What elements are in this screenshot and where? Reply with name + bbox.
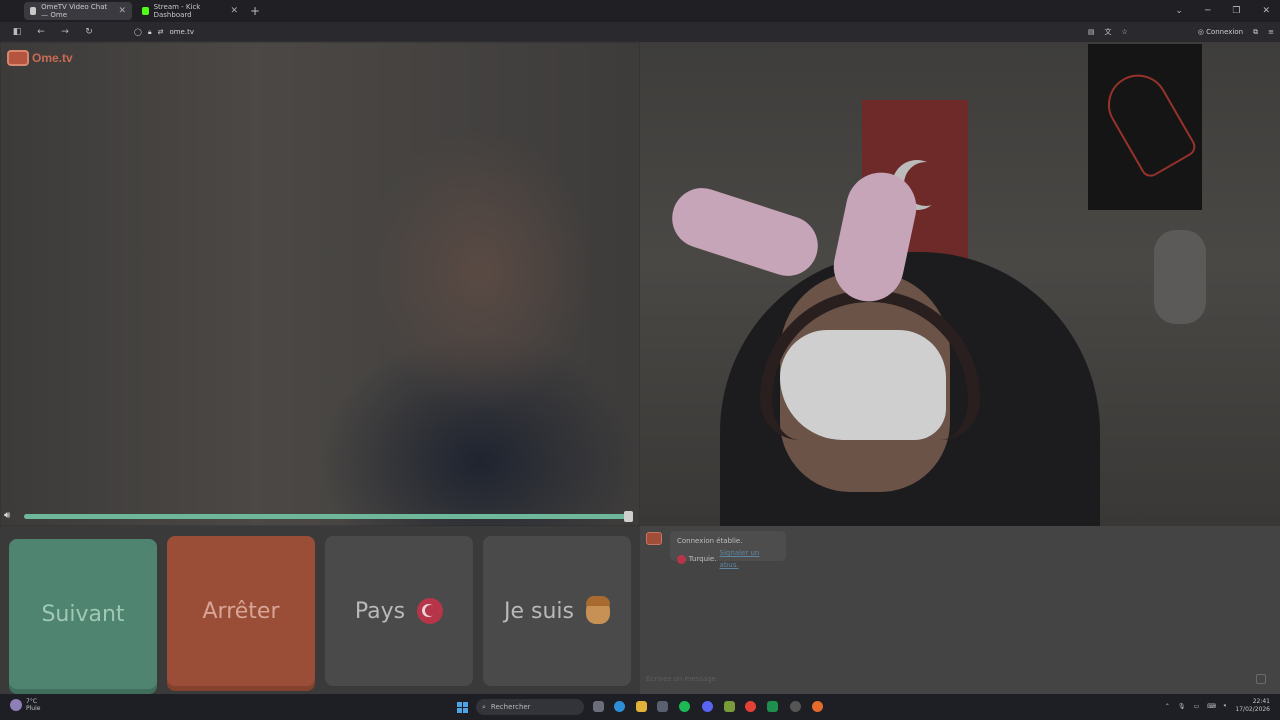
menu-icon[interactable]: ≡ — [1268, 28, 1274, 36]
mic-icon[interactable]: 🎙︎ — [1178, 703, 1186, 710]
kick-favicon-icon — [142, 7, 149, 15]
tab-title: OmeTV Video Chat — Ome — [41, 3, 108, 19]
forward-icon[interactable]: → — [58, 27, 72, 37]
account-button[interactable]: ◎ Connexion — [1198, 28, 1243, 36]
minecraft-icon[interactable] — [724, 701, 735, 712]
tab-ometv[interactable]: OmeTV Video Chat — Ome ✕ — [24, 2, 132, 20]
weather-widget[interactable]: 7°C Pluie — [10, 698, 40, 712]
next-button-label: Suivant — [41, 601, 125, 627]
firefox-icon[interactable] — [812, 701, 823, 712]
taskbar-search[interactable]: ⌕ Rechercher — [476, 699, 584, 715]
chat-message-input[interactable] — [646, 672, 1206, 686]
new-tab-icon[interactable]: + — [250, 4, 260, 18]
file-explorer-icon[interactable] — [636, 701, 647, 712]
system-message: Connexion établie. Turquie. Signaler un … — [670, 531, 786, 569]
windows-start-icon[interactable] — [457, 702, 468, 713]
bookmark-star-icon[interactable]: ☆ — [1121, 28, 1127, 36]
sidebar-icon[interactable]: ◧ — [10, 27, 24, 37]
stop-button[interactable]: Arrêter — [167, 536, 315, 686]
search-icon: ⌕ — [482, 702, 486, 711]
window-controls: ⌄ ─ ❐ ✕ — [1175, 0, 1280, 22]
weather-desc: Pluie — [26, 705, 41, 712]
emoji-icon[interactable] — [1256, 674, 1266, 684]
tab-list-chevron-icon[interactable]: ⌄ — [1175, 6, 1183, 16]
search-placeholder: Rechercher — [490, 703, 531, 711]
extensions-icon[interactable]: ⧉ — [1253, 28, 1258, 37]
partner-country: Turquie. — [688, 555, 717, 563]
chrome-icon[interactable] — [745, 701, 756, 712]
bunny-ear-left — [664, 180, 826, 284]
task-view-icon[interactable] — [593, 701, 604, 712]
weather-temp: 7°C — [26, 698, 38, 705]
close-tab-icon[interactable]: ✕ — [118, 6, 126, 16]
store-icon[interactable] — [657, 701, 668, 712]
edge-icon[interactable] — [614, 701, 625, 712]
clock-date: 17/02/2026 — [1235, 706, 1270, 713]
local-video — [640, 42, 1280, 526]
nav-right-tools: ▤ 文 ☆ ◎ Connexion ⧉ ≡ — [1088, 22, 1274, 42]
ometv-chat-logo-icon — [646, 532, 662, 545]
tv-logo-icon — [7, 50, 29, 66]
ometv-logo: Ome.tv — [7, 50, 73, 66]
volume-icon[interactable]: 🔈︎ — [1224, 702, 1228, 710]
translate-icon[interactable]: 文 — [1104, 27, 1111, 37]
shield-icon[interactable]: ◯ — [134, 28, 142, 36]
kick-app-icon[interactable] — [767, 701, 778, 712]
url-text[interactable]: ome.tv — [169, 28, 194, 36]
permissions-icon[interactable]: ⇄ — [158, 28, 164, 36]
monitor-icon[interactable]: ▭ — [1193, 703, 1199, 710]
gender-button-label: Je suis — [504, 598, 574, 624]
browser-tabbar: OmeTV Video Chat — Ome ✕ Stream - Kick D… — [0, 0, 1280, 22]
chat-panel: Connexion établie. Turquie. Signaler un … — [640, 526, 1280, 694]
obs-icon[interactable] — [790, 701, 801, 712]
brand-name: Ome.tv — [32, 51, 73, 65]
wall-photo — [1154, 230, 1206, 324]
speaker-icon[interactable]: 🔊︎ — [4, 510, 10, 521]
turkey-flag-icon — [417, 598, 444, 624]
back-icon[interactable]: ← — [34, 27, 48, 37]
system-tray: ⌃ 🎙︎ ▭ ⌨ 🔈︎ 22:41 17/02/2026 — [1165, 698, 1270, 714]
volume-slider-handle[interactable] — [624, 511, 633, 522]
network-icon[interactable]: ⌨ — [1207, 703, 1216, 710]
turkey-flag-icon — [677, 554, 686, 564]
connection-status: Connexion établie. — [677, 537, 743, 545]
clock-time: 22:41 — [1252, 698, 1270, 705]
country-button[interactable]: Pays — [325, 536, 473, 686]
navigation-bar: ◧ ← → ↻ ◯ 🔒︎ ⇄ ome.tv ▤ 文 ☆ ◎ Connexion … — [0, 22, 1280, 42]
boy-avatar-icon — [586, 596, 610, 624]
spotify-icon[interactable] — [679, 701, 690, 712]
reader-icon[interactable]: ▤ — [1088, 28, 1095, 36]
control-panel: Suivant Arrêter Pays Je suis — [0, 526, 640, 694]
maximize-icon[interactable]: ❐ — [1232, 6, 1240, 16]
volume-slider[interactable] — [24, 514, 632, 519]
close-window-icon[interactable]: ✕ — [1262, 6, 1270, 16]
next-button[interactable]: Suivant — [9, 539, 157, 689]
clock[interactable]: 22:41 17/02/2026 — [1235, 698, 1270, 714]
tray-chevron-icon[interactable]: ⌃ — [1165, 703, 1170, 710]
discord-icon[interactable] — [702, 701, 713, 712]
weather-icon — [10, 699, 22, 711]
stop-button-label: Arrêter — [202, 598, 280, 624]
taskbar: 7°C Pluie ⌕ Rechercher ⌃ 🎙︎ ▭ ⌨ 🔈︎ 22:41… — [0, 694, 1280, 720]
minimize-icon[interactable]: ─ — [1205, 6, 1210, 16]
lock-icon[interactable]: 🔒︎ — [148, 28, 152, 37]
white-mask — [780, 330, 946, 440]
url-bar[interactable]: ◯ 🔒︎ ⇄ ome.tv — [134, 24, 1134, 40]
reload-icon[interactable]: ↻ — [82, 27, 96, 37]
remote-video — [0, 42, 640, 526]
gender-button[interactable]: Je suis — [483, 536, 631, 686]
report-abuse-link[interactable]: Signaler un abus. — [720, 547, 779, 571]
tab-kick[interactable]: Stream - Kick Dashboard ✕ — [136, 2, 244, 20]
country-button-label: Pays — [354, 598, 406, 624]
ometv-favicon-icon — [30, 7, 37, 15]
volume-control: 🔊︎ — [0, 508, 640, 524]
tab-title: Stream - Kick Dashboard — [153, 3, 201, 19]
account-label: Connexion — [1206, 28, 1244, 36]
close-tab-icon[interactable]: ✕ — [230, 6, 238, 16]
